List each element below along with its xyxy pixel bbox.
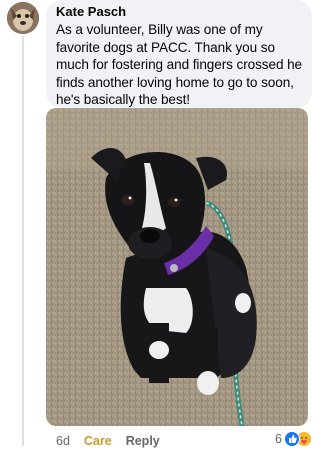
comment-photo[interactable] [46,108,308,426]
comment-bubble: Kate Pasch As a volunteer, Billy was one… [46,0,312,108]
reply-button[interactable]: Reply [126,434,160,448]
reaction-button[interactable]: Care [84,434,112,448]
dog-photo [46,108,308,426]
thread-line [22,36,24,446]
comment-timestamp[interactable]: 6d [56,434,70,448]
avatar-photo [7,2,39,34]
avatar[interactable] [7,2,39,34]
comment-text: As a volunteer, Billy was one of my favo… [56,22,303,107]
comment-author[interactable]: Kate Pasch [56,4,304,20]
reaction-summary[interactable]: 6 [275,431,312,447]
comment-actions: 6d Care Reply [56,433,160,449]
like-icon [284,431,300,447]
reaction-count: 6 [275,432,282,446]
